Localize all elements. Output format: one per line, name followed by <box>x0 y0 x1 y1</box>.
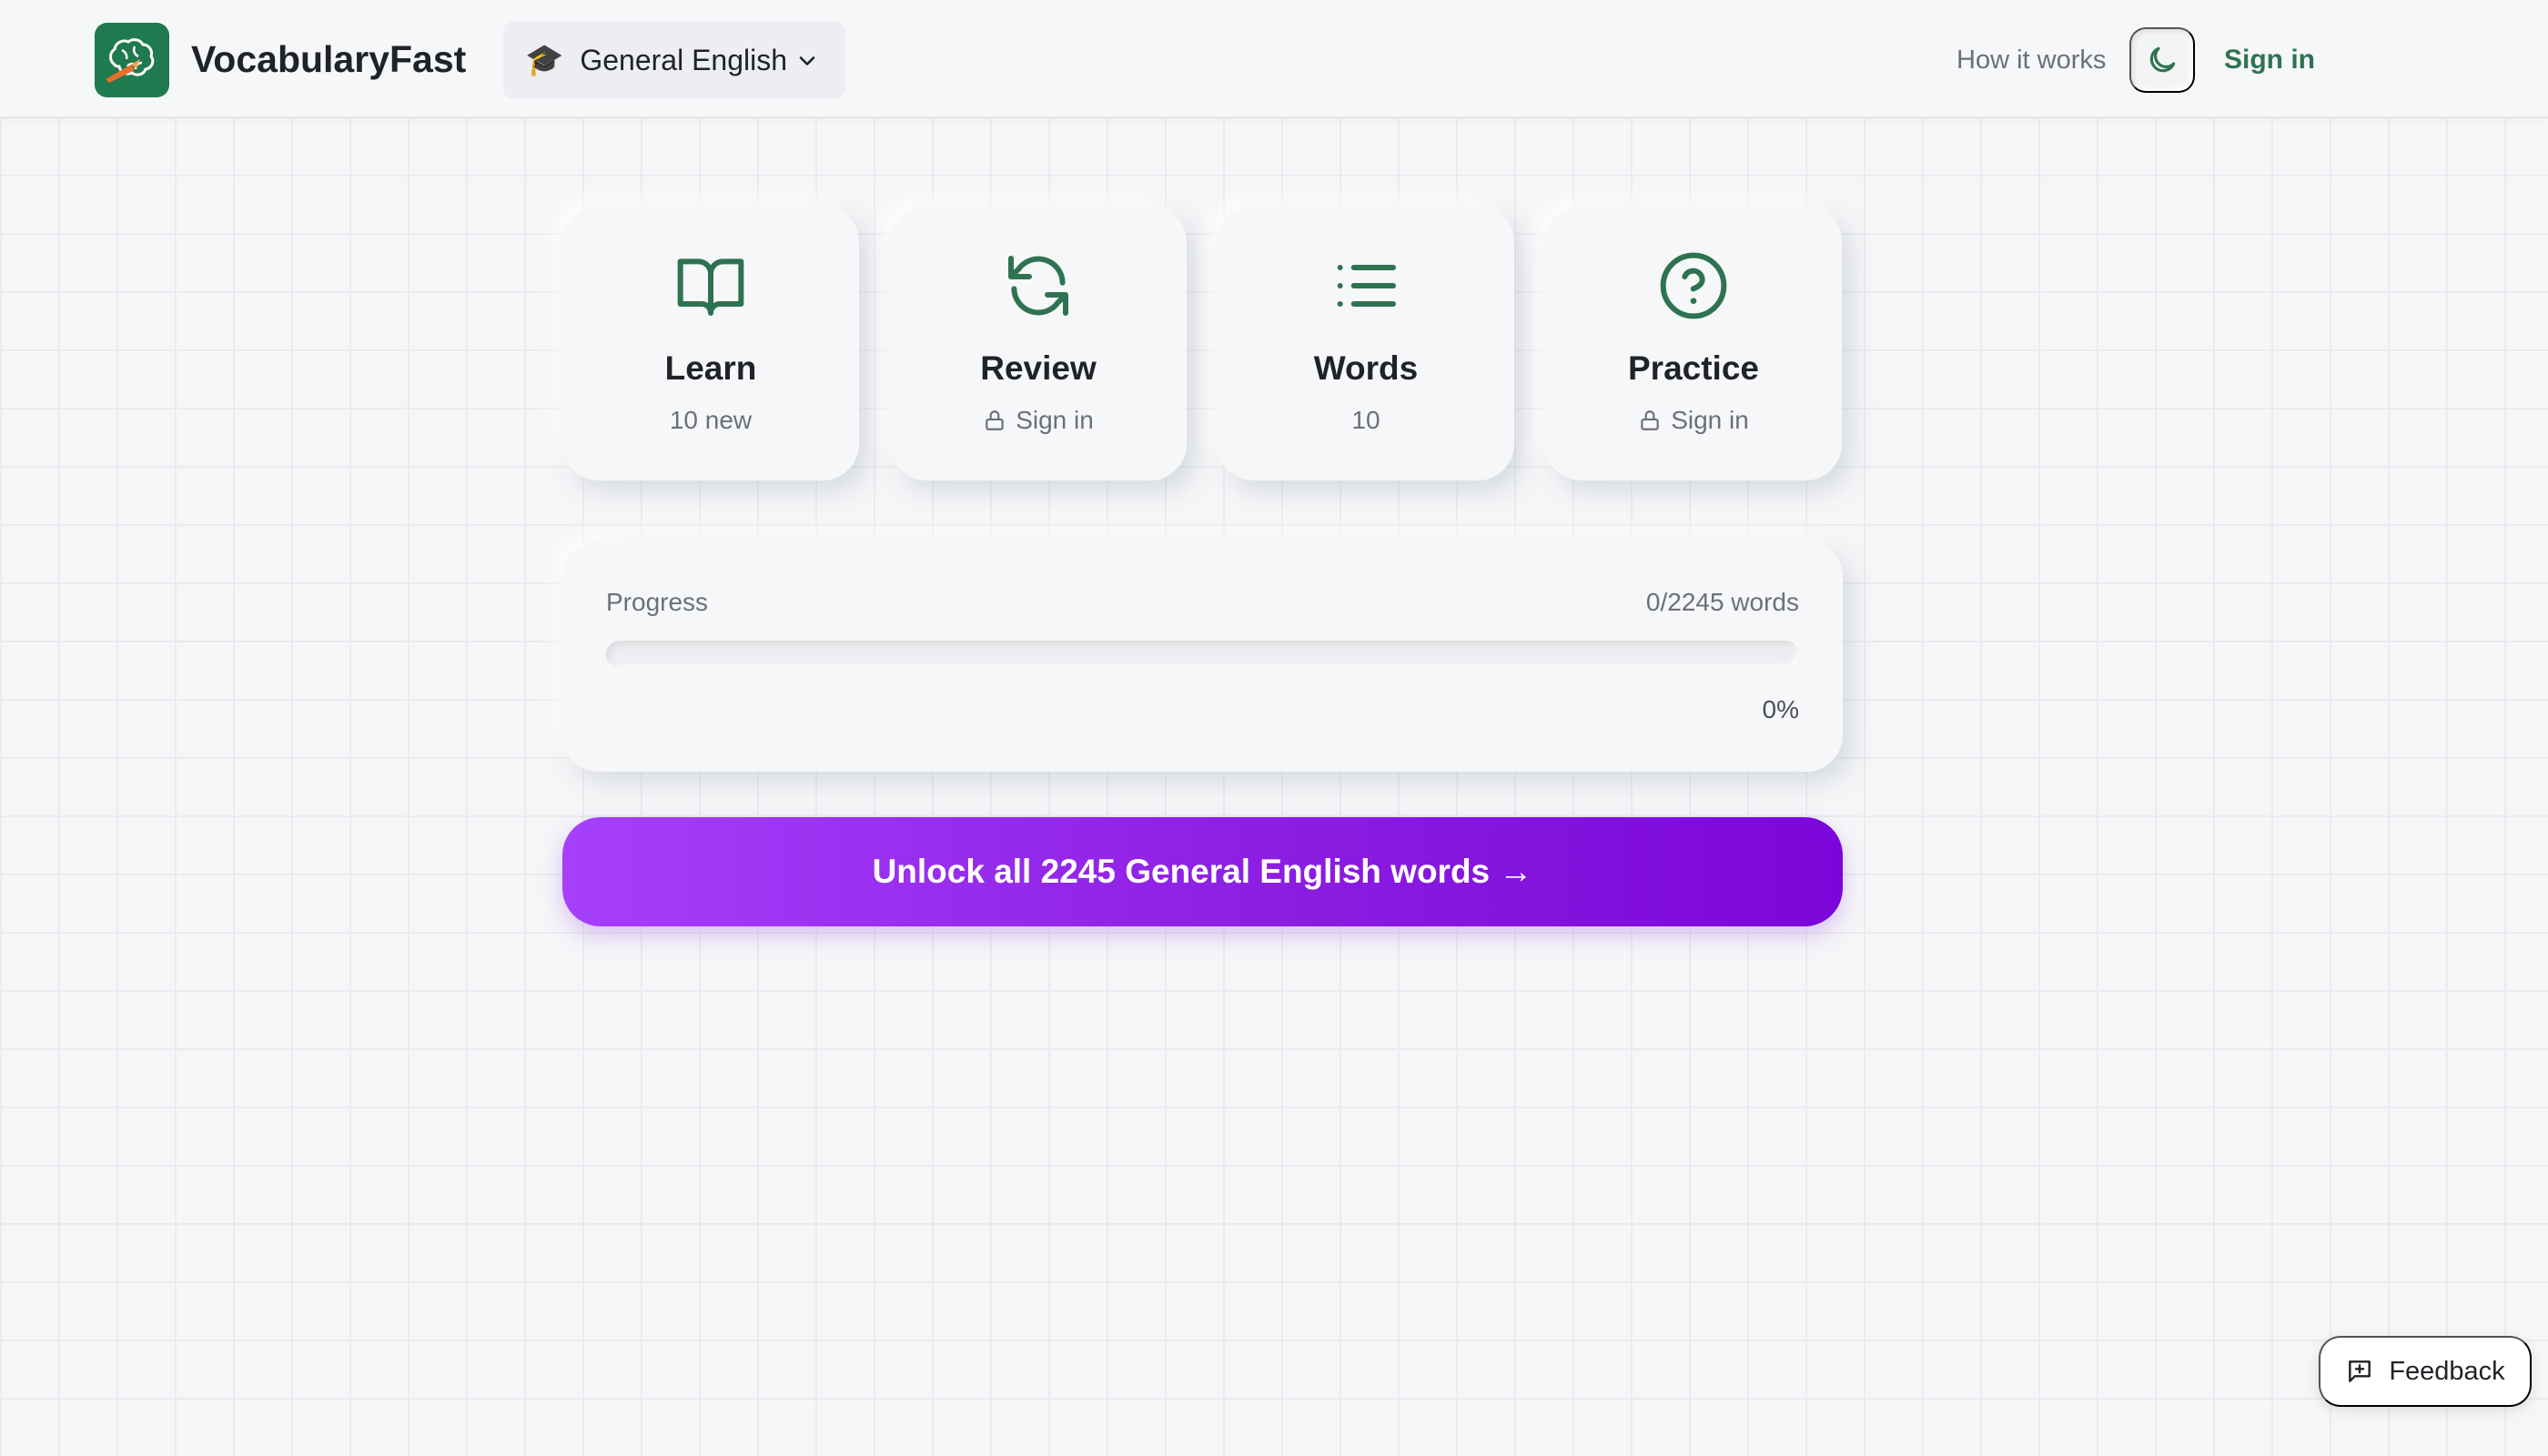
words-card[interactable]: Words 10 <box>1218 206 1514 480</box>
help-circle-icon <box>1660 252 1727 319</box>
unlock-all-button[interactable]: Unlock all 2245 General English words → <box>562 817 1843 926</box>
graduation-cap-icon: 🎓 <box>525 43 564 77</box>
practice-card[interactable]: Practice Sign in <box>1545 206 1842 480</box>
brand-logo[interactable] <box>95 23 169 97</box>
how-it-works-link[interactable]: How it works <box>1956 46 2106 76</box>
refresh-icon <box>1008 256 1068 316</box>
brain-rocket-logo-icon <box>95 23 169 97</box>
lock-icon <box>1641 410 1659 430</box>
card-subtitle: Sign in <box>1671 406 1749 434</box>
feedback-label: Feedback <box>2389 1356 2505 1386</box>
sign-in-link[interactable]: Sign in <box>2224 45 2315 76</box>
progress-percent: 0% <box>1762 695 1799 723</box>
progress-bar <box>606 641 1799 668</box>
card-title: Review <box>980 349 1097 387</box>
lock-icon <box>986 410 1004 430</box>
review-card[interactable]: Review Sign in <box>890 206 1187 480</box>
topic-label: General English <box>580 43 788 76</box>
card-title: Learn <box>664 349 757 387</box>
moon-icon <box>2149 46 2176 73</box>
card-title: Practice <box>1628 349 1759 387</box>
progress-card: Progress 0/2245 words 0% <box>562 541 1843 772</box>
list-icon <box>1337 265 1396 307</box>
progress-label: Progress <box>606 588 709 616</box>
book-open-icon <box>677 258 744 316</box>
learn-card[interactable]: Learn 10 new <box>562 206 859 480</box>
chevron-down-icon <box>799 56 815 66</box>
top-header: VocabularyFast 🎓 General English How it … <box>0 0 2548 118</box>
brand-name[interactable]: VocabularyFast <box>191 38 466 81</box>
card-title: Words <box>1313 349 1419 387</box>
card-subtitle: Sign in <box>1016 406 1094 434</box>
card-subtitle: 10 new <box>669 406 753 434</box>
theme-toggle-button[interactable] <box>2129 27 2195 93</box>
progress-count: 0/2245 words <box>1645 588 1799 616</box>
topic-dropdown[interactable]: 🎓 General English <box>503 21 845 99</box>
card-subtitle: 10 <box>1351 406 1380 434</box>
feedback-button[interactable]: Feedback <box>2319 1336 2532 1407</box>
message-plus-icon <box>2349 1360 2371 1382</box>
